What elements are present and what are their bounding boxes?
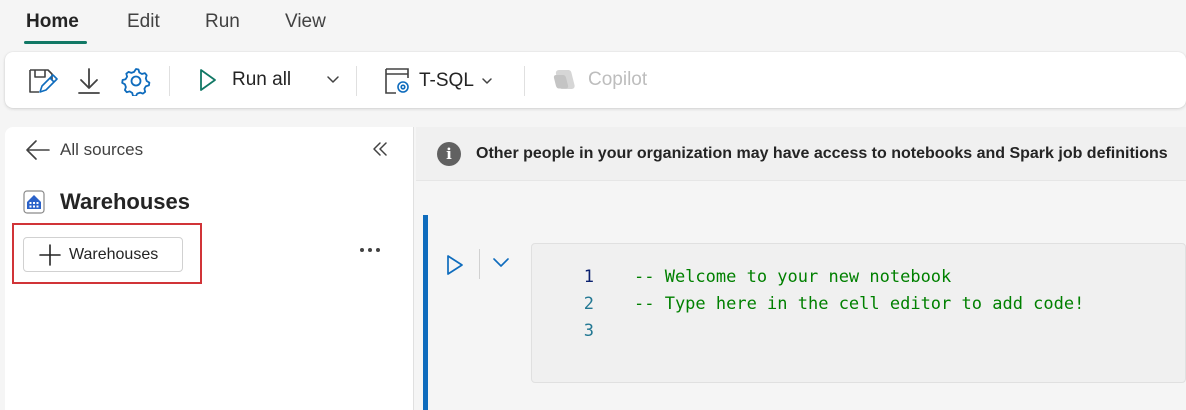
data-sources-panel: All sources Warehouses Warehouses — [5, 127, 414, 410]
plus-icon — [39, 243, 61, 266]
save-edit-icon[interactable] — [26, 65, 58, 97]
notebook-editor: 1 -- Welcome to your new notebook 2 -- T… — [416, 182, 1186, 410]
info-icon: i — [437, 141, 461, 166]
double-chevron-left-icon — [371, 140, 389, 158]
warehouse-icon — [23, 190, 45, 214]
add-warehouse-label: Warehouses — [69, 245, 159, 263]
language-selector[interactable]: T-SQL — [383, 66, 493, 96]
language-label: T-SQL — [419, 70, 474, 91]
code-line: 3 — [532, 317, 634, 344]
run-icon — [199, 68, 217, 92]
code-cell-editor[interactable]: 1 -- Welcome to your new notebook 2 -- T… — [531, 243, 1186, 383]
arrow-left-icon — [25, 139, 51, 161]
more-horizontal-icon — [359, 247, 381, 253]
run-all-button[interactable]: Run all — [199, 68, 291, 92]
line-number: 1 — [583, 266, 594, 287]
all-sources-label: All sources — [60, 140, 144, 159]
active-cell-indicator — [423, 215, 428, 410]
download-icon[interactable] — [76, 66, 102, 96]
cell-toolbar-separator — [479, 249, 480, 279]
run-all-dropdown[interactable] — [326, 75, 340, 85]
tab-run[interactable]: Run — [205, 10, 240, 34]
active-tab-indicator — [24, 41, 87, 44]
info-message-bar: i Other people in your organization may … — [416, 127, 1186, 181]
line-number: 3 — [583, 320, 594, 341]
cell-options-dropdown[interactable] — [492, 257, 510, 268]
copilot-button[interactable]: Copilot — [550, 67, 647, 93]
ribbon-separator — [169, 66, 170, 96]
copilot-icon — [550, 67, 578, 93]
ribbon-separator — [356, 66, 357, 96]
copilot-label: Copilot — [588, 69, 648, 90]
chevron-down-icon — [492, 257, 510, 268]
language-settings-icon — [383, 66, 411, 96]
tab-home[interactable]: Home — [26, 10, 79, 34]
tab-view[interactable]: View — [285, 10, 326, 34]
run-cell-button[interactable] — [446, 254, 464, 276]
code-text: -- Type here in the cell editor to add c… — [634, 293, 1085, 314]
run-all-label: Run all — [232, 69, 292, 90]
run-icon — [446, 254, 464, 276]
warehouses-header: Warehouses — [23, 189, 190, 215]
tab-edit[interactable]: Edit — [127, 10, 160, 34]
collapse-panel-button[interactable] — [371, 140, 389, 158]
ribbon-tab-bar: Home Edit Run View — [0, 0, 1186, 48]
all-sources-back-link[interactable]: All sources — [25, 139, 143, 161]
code-line: 1 -- Welcome to your new notebook — [532, 263, 952, 290]
add-warehouse-button[interactable]: Warehouses — [23, 237, 183, 272]
code-line: 2 -- Type here in the cell editor to add… — [532, 290, 1085, 317]
ribbon-toolbar: Run all T-SQL Copilot — [5, 52, 1186, 108]
ribbon-separator — [524, 66, 525, 96]
info-message-text: Other people in your organization may ha… — [476, 144, 1168, 162]
settings-icon[interactable] — [121, 66, 151, 96]
warehouses-title: Warehouses — [60, 189, 191, 214]
more-options-button[interactable] — [359, 247, 381, 253]
chevron-down-icon — [481, 77, 493, 86]
chevron-down-icon — [326, 75, 340, 85]
code-text: -- Welcome to your new notebook — [634, 266, 952, 287]
line-number: 2 — [583, 293, 594, 314]
